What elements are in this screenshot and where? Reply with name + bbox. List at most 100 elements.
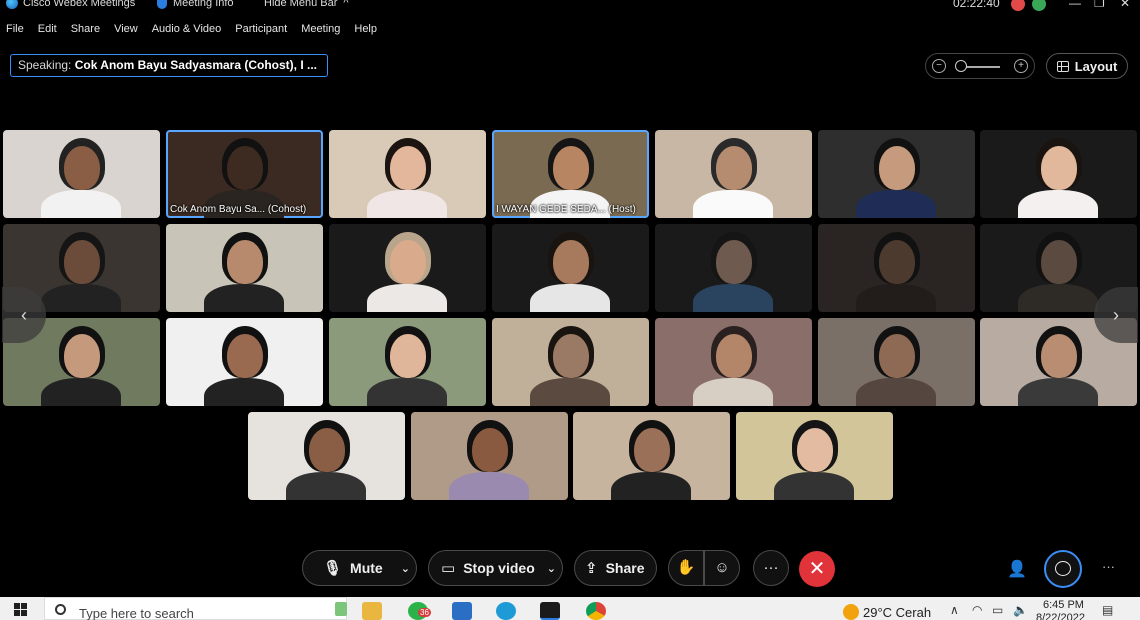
chevron-up-icon: ^ bbox=[343, 0, 349, 9]
edge-browser-icon[interactable] bbox=[496, 602, 516, 620]
active-speaker-indicator[interactable]: Speaking: Cok Anom Bayu Sadyasmara (Coho… bbox=[10, 54, 328, 77]
menu-participant[interactable]: Participant bbox=[228, 20, 294, 38]
search-highlight-icon bbox=[335, 602, 347, 616]
participant-video-tile[interactable] bbox=[492, 224, 649, 312]
recording-icon[interactable] bbox=[1011, 0, 1025, 11]
grid-layout-icon bbox=[1056, 60, 1069, 72]
participant-video-tile[interactable] bbox=[329, 130, 486, 218]
reactions-button[interactable]: ☺ bbox=[704, 550, 740, 586]
taskbar-search-box[interactable]: Type here to search bbox=[44, 597, 347, 620]
meeting-info-label: Meeting Info bbox=[173, 0, 234, 9]
participant-face bbox=[1041, 146, 1077, 190]
mute-button[interactable]: 🎙 Mute ⌄ bbox=[302, 550, 417, 586]
participant-face bbox=[64, 240, 100, 284]
wifi-icon[interactable]: ◠ bbox=[972, 603, 982, 617]
participant-video-tile[interactable] bbox=[492, 318, 649, 406]
video-options-chevron-icon[interactable]: ⌄ bbox=[547, 562, 556, 575]
taskbar-time[interactable]: 6:45 PM bbox=[1043, 599, 1084, 611]
menu-edit[interactable]: Edit bbox=[31, 20, 64, 38]
participant-body bbox=[1018, 378, 1098, 406]
mute-label: Mute bbox=[350, 560, 383, 576]
participant-name-label: I WAYAN GEDE SEDA... (Host) bbox=[496, 204, 636, 215]
participant-face bbox=[64, 334, 100, 378]
stop-video-button[interactable]: ▭ Stop video ⌄ bbox=[428, 550, 563, 586]
zoom-out-icon[interactable]: − bbox=[932, 59, 946, 73]
taskbar-date[interactable]: 8/22/2022 bbox=[1036, 612, 1085, 620]
stop-video-label: Stop video bbox=[463, 560, 535, 576]
hide-menu-bar-button[interactable]: Hide Menu Bar ^ bbox=[264, 0, 349, 9]
participant-video-tile[interactable] bbox=[655, 224, 812, 312]
participant-face bbox=[716, 240, 752, 284]
webex-taskbar-icon[interactable] bbox=[540, 602, 560, 620]
more-dots-icon: ··· bbox=[763, 559, 779, 576]
participant-video-tile[interactable] bbox=[411, 412, 568, 500]
participant-video-tile[interactable] bbox=[166, 224, 323, 312]
app-title: Cisco Webex Meetings bbox=[6, 0, 135, 9]
zoom-in-icon[interactable]: + bbox=[1014, 59, 1028, 73]
participant-video-tile[interactable] bbox=[980, 130, 1137, 218]
participant-video-tile[interactable] bbox=[736, 412, 893, 500]
participant-video-tile[interactable] bbox=[573, 412, 730, 500]
participant-face bbox=[1041, 334, 1077, 378]
chat-button[interactable] bbox=[1044, 550, 1082, 588]
participant-video-tile[interactable]: I WAYAN GEDE SEDA... (Host) bbox=[492, 130, 649, 218]
menu-file[interactable]: File bbox=[0, 20, 31, 38]
participant-video-tile[interactable] bbox=[818, 130, 975, 218]
mute-options-chevron-icon[interactable]: ⌄ bbox=[401, 562, 410, 575]
battery-icon[interactable]: ▭ bbox=[992, 603, 1003, 617]
network-health-icon[interactable] bbox=[1032, 0, 1046, 11]
menu-help[interactable]: Help bbox=[347, 20, 384, 38]
menu-share[interactable]: Share bbox=[64, 20, 107, 38]
smiley-icon: ☺ bbox=[714, 559, 730, 576]
raise-hand-button[interactable]: ✋ bbox=[668, 550, 704, 586]
participant-face bbox=[634, 428, 670, 472]
share-button[interactable]: ⇪ Share bbox=[574, 550, 657, 586]
participant-video-tile[interactable] bbox=[818, 318, 975, 406]
participant-video-tile[interactable] bbox=[3, 130, 160, 218]
notifications-icon[interactable]: ▤ bbox=[1102, 603, 1113, 617]
participant-video-tile[interactable] bbox=[248, 412, 405, 500]
menu-audio-video[interactable]: Audio & Video bbox=[145, 20, 229, 38]
window-titlebar: Cisco Webex Meetings Meeting Info Hide M… bbox=[0, 0, 1140, 14]
participant-video-tile[interactable] bbox=[818, 224, 975, 312]
menu-meeting[interactable]: Meeting bbox=[294, 20, 347, 38]
participant-video-tile[interactable] bbox=[166, 318, 323, 406]
menu-view[interactable]: View bbox=[107, 20, 145, 38]
participant-body bbox=[693, 378, 773, 406]
taskbar-search-placeholder: Type here to search bbox=[79, 606, 194, 620]
video-camera-icon: ▭ bbox=[441, 560, 456, 577]
mail-icon[interactable] bbox=[452, 602, 472, 620]
weather-widget[interactable]: 29°C Cerah bbox=[843, 604, 931, 620]
participant-face bbox=[797, 428, 833, 472]
tray-chevron-icon[interactable]: ∧ bbox=[950, 603, 959, 617]
participant-face bbox=[553, 334, 589, 378]
participant-video-tile[interactable]: Cok Anom Bayu Sa... (Cohost) bbox=[166, 130, 323, 218]
participant-video-tile[interactable] bbox=[329, 318, 486, 406]
participant-body bbox=[530, 284, 610, 312]
participant-video-tile[interactable] bbox=[655, 130, 812, 218]
participants-icon[interactable]: 👤 bbox=[1007, 559, 1027, 579]
menu-bar: File Edit Share View Audio & Video Parti… bbox=[0, 20, 384, 38]
participant-face bbox=[390, 334, 426, 378]
windows-start-icon[interactable] bbox=[14, 603, 28, 617]
video-zoom-slider[interactable]: − + bbox=[925, 53, 1035, 79]
participant-face bbox=[390, 240, 426, 284]
participant-video-tile[interactable] bbox=[655, 318, 812, 406]
more-panels-icon[interactable]: ··· bbox=[1102, 559, 1115, 574]
leave-meeting-button[interactable]: ✕ bbox=[799, 551, 835, 587]
layout-button[interactable]: Layout bbox=[1046, 53, 1128, 79]
participant-body bbox=[530, 378, 610, 406]
zoom-thumb[interactable] bbox=[955, 60, 967, 72]
participant-body bbox=[449, 472, 529, 500]
search-icon bbox=[55, 604, 66, 615]
file-explorer-icon[interactable] bbox=[362, 602, 382, 620]
chrome-icon[interactable] bbox=[586, 602, 606, 620]
participant-video-tile[interactable] bbox=[329, 224, 486, 312]
windows-taskbar: Type here to search 36 29°C Cerah ∧ ◠ ▭ … bbox=[0, 597, 1140, 620]
minimize-button[interactable]: — bbox=[1069, 0, 1081, 10]
volume-icon[interactable]: 🔈 bbox=[1013, 603, 1028, 617]
meeting-info-button[interactable]: Meeting Info bbox=[157, 0, 234, 9]
restore-button[interactable]: ❐ bbox=[1094, 0, 1105, 10]
close-window-button[interactable]: ✕ bbox=[1120, 0, 1130, 10]
more-options-button[interactable]: ··· bbox=[753, 550, 789, 586]
